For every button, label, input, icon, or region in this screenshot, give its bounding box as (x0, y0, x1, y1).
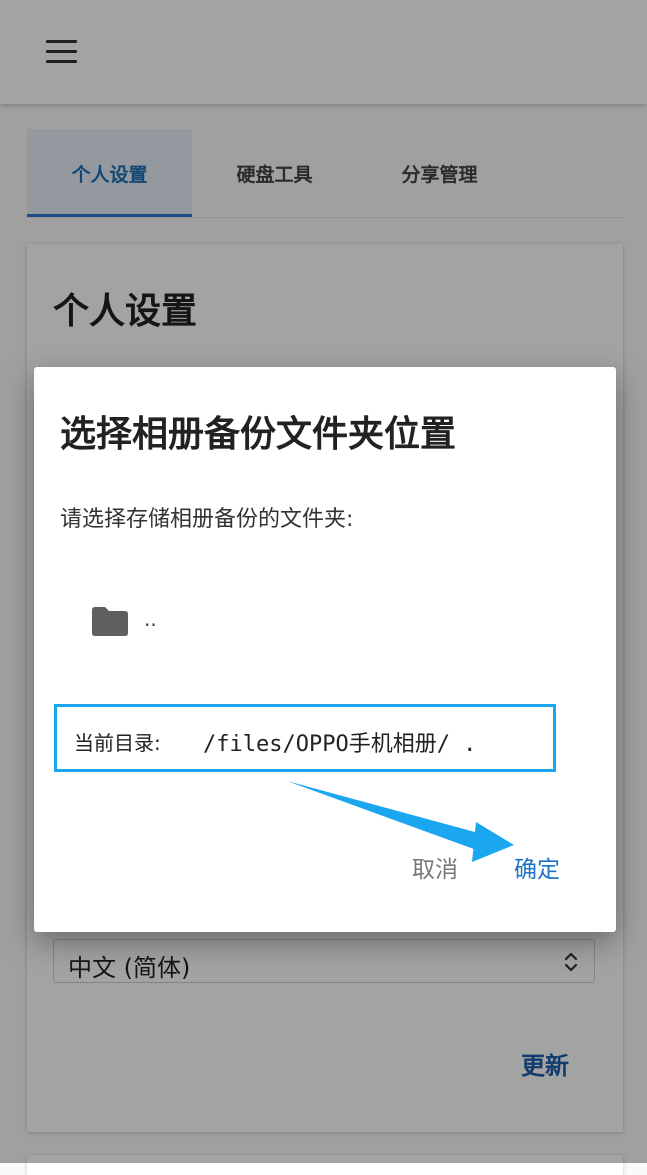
annotation-arrow (287, 781, 514, 862)
